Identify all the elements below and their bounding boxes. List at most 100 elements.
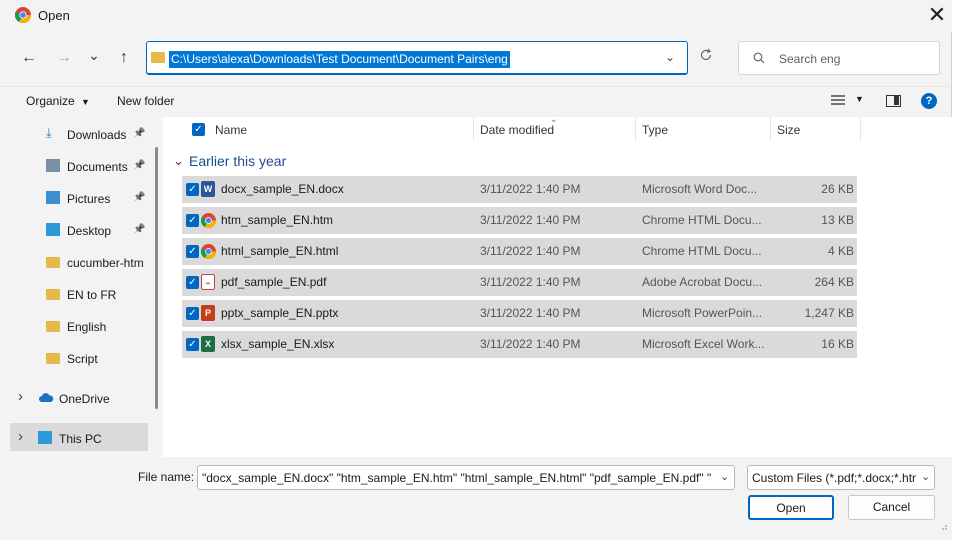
- search-input[interactable]: Search eng: [779, 52, 840, 66]
- download-icon: ⤓: [46, 125, 52, 140]
- file-type: Adobe Acrobat Docu...: [642, 275, 763, 289]
- help-icon[interactable]: ?: [921, 93, 937, 109]
- group-collapse-icon[interactable]: ⌄: [173, 153, 184, 169]
- address-path: C:\Users\alexa\Downloads\Test Document\D…: [169, 51, 510, 68]
- group-header[interactable]: Earlier this year: [189, 153, 286, 169]
- open-button[interactable]: Open: [748, 495, 834, 520]
- chevron-right-icon[interactable]: ›: [18, 428, 23, 445]
- column-header-date[interactable]: Date modified: [480, 123, 554, 137]
- file-type: Microsoft PowerPoin...: [642, 306, 763, 320]
- file-name: pptx_sample_EN.pptx: [221, 306, 339, 320]
- row-checkbox[interactable]: ✓: [186, 338, 199, 351]
- sidebar-item[interactable]: Desktop 📌: [10, 215, 148, 245]
- sidebar-item-label: This PC: [59, 432, 102, 446]
- pictures-icon: [46, 191, 60, 204]
- navigation-pane: ⤓ Downloads 📌 Documents 📌 Pictures 📌 Desktop 📌 cu…: [10, 117, 158, 457]
- search-box[interactable]: Search eng: [738, 41, 940, 75]
- list-view-icon: [831, 95, 845, 105]
- back-button[interactable]: ←: [16, 46, 42, 70]
- sidebar-item[interactable]: ⤓ Downloads 📌: [10, 119, 148, 149]
- organize-button[interactable]: Organize ▼: [26, 94, 90, 108]
- file-row[interactable]: ✓ Xxlsx_sample_EN.xlsx 3/11/2022 1:40 PM Mi…: [182, 331, 857, 358]
- sidebar-item-label: Documents: [67, 160, 128, 174]
- file-size: 1,247 KB: [804, 306, 854, 320]
- file-type-value: Custom Files (*.pdf;*.docx;*.htr: [752, 471, 916, 485]
- row-checkbox[interactable]: ✓: [186, 307, 199, 320]
- chevron-right-icon[interactable]: ›: [18, 388, 23, 405]
- file-name-label: File name:: [138, 470, 195, 484]
- view-options-button[interactable]: ▼: [831, 94, 867, 110]
- column-header-size[interactable]: Size: [777, 123, 800, 137]
- sidebar-item-label: English: [67, 320, 107, 334]
- sidebar-item[interactable]: Documents 📌: [10, 151, 148, 181]
- file-size: 4 KB: [827, 244, 854, 258]
- file-name: htm_sample_EN.htm: [221, 213, 334, 227]
- folder-icon: [151, 52, 165, 63]
- sidebar-item[interactable]: › OneDrive: [10, 383, 148, 413]
- sidebar-item[interactable]: Pictures 📌: [10, 183, 148, 213]
- cancel-button[interactable]: Cancel: [848, 495, 935, 520]
- search-icon: [753, 52, 765, 67]
- preview-pane-icon[interactable]: [886, 95, 901, 107]
- sidebar-item[interactable]: EN to FR: [10, 279, 148, 309]
- file-type: Microsoft Excel Work...: [642, 337, 765, 351]
- column-divider[interactable]: [473, 117, 474, 141]
- file-name-field[interactable]: "docx_sample_EN.docx" "htm_sample_EN.htm…: [197, 465, 735, 490]
- row-checkbox[interactable]: ✓: [186, 183, 199, 196]
- file-row[interactable]: ✓ Ppptx_sample_EN.pptx 3/11/2022 1:40 PM Mi…: [182, 300, 857, 327]
- new-folder-button[interactable]: New folder: [117, 94, 174, 108]
- row-checkbox[interactable]: ✓: [186, 214, 199, 227]
- file-row[interactable]: ✓ Wdocx_sample_EN.docx 3/11/2022 1:40 PM Mi…: [182, 176, 857, 203]
- file-size: 264 KB: [814, 275, 854, 289]
- sidebar-item[interactable]: cucumber-htm: [10, 247, 148, 277]
- file-name: html_sample_EN.html: [221, 244, 339, 258]
- sidebar-scrollbar[interactable]: [155, 147, 158, 409]
- file-date: 3/11/2022 1:40 PM: [480, 306, 581, 320]
- file-type: Chrome HTML Docu...: [642, 244, 762, 258]
- column-divider[interactable]: [770, 117, 771, 141]
- close-button[interactable]: ✕: [924, 3, 950, 29]
- file-row[interactable]: ✓ html_sample_EN.html 3/11/2022 1:40 PM Chr…: [182, 238, 857, 265]
- forward-button[interactable]: →: [51, 46, 77, 70]
- select-all-checkbox[interactable]: ✓: [192, 123, 205, 136]
- column-header-name[interactable]: Name: [215, 123, 247, 137]
- file-name-value: "docx_sample_EN.docx" "htm_sample_EN.htm…: [202, 471, 712, 485]
- desktop-icon: [46, 223, 60, 236]
- column-divider[interactable]: [635, 117, 636, 141]
- refresh-button[interactable]: [692, 42, 720, 74]
- caret-down-icon: ▼: [855, 94, 864, 104]
- file-name: xlsx_sample_EN.xlsx: [221, 337, 335, 351]
- file-row[interactable]: ✓ htm_sample_EN.htm 3/11/2022 1:40 PM Chrom…: [182, 207, 857, 234]
- open-file-dialog: Open ✕ ← → ⌄ ↑ C:\Users\alexa\Downloads\…: [0, 0, 952, 540]
- file-size: 26 KB: [821, 182, 854, 196]
- dialog-title: Open: [38, 8, 70, 23]
- chrome-icon: [200, 213, 216, 229]
- pin-icon: 📌: [133, 128, 146, 139]
- row-checkbox[interactable]: ✓: [186, 276, 199, 289]
- pdf-icon: ⌁: [201, 274, 215, 290]
- file-size: 13 KB: [821, 213, 854, 227]
- column-header-type[interactable]: Type: [642, 123, 668, 137]
- column-divider[interactable]: [860, 117, 861, 141]
- file-name: pdf_sample_EN.pdf: [221, 275, 327, 289]
- recent-locations-button[interactable]: ⌄: [81, 46, 107, 70]
- sidebar-item[interactable]: › This PC: [10, 423, 148, 451]
- file-type: Chrome HTML Docu...: [642, 213, 762, 227]
- sidebar-item[interactable]: English: [10, 311, 148, 341]
- sidebar-item-label: Script: [67, 352, 98, 366]
- sidebar-item-label: Pictures: [67, 192, 111, 206]
- up-button[interactable]: ↑: [111, 46, 137, 70]
- file-type-filter[interactable]: Custom Files (*.pdf;*.docx;*.htr ⌄: [747, 465, 935, 490]
- chevron-down-icon[interactable]: ⌄: [720, 470, 729, 483]
- refresh-icon: [700, 48, 712, 61]
- folder-icon: [46, 353, 60, 364]
- excel-icon: X: [201, 336, 215, 352]
- file-row[interactable]: ✓ ⌁ pdf_sample_EN.pdf 3/11/2022 1:40 PM Adob…: [182, 269, 857, 296]
- row-checkbox[interactable]: ✓: [186, 245, 199, 258]
- pin-icon: 📌: [133, 192, 146, 203]
- chevron-down-icon[interactable]: ⌄: [665, 50, 675, 64]
- toolbar-divider: [0, 86, 952, 87]
- address-bar[interactable]: C:\Users\alexa\Downloads\Test Document\D…: [146, 41, 688, 75]
- resize-grip-icon[interactable]: [938, 520, 948, 530]
- sidebar-item[interactable]: Script: [10, 343, 148, 373]
